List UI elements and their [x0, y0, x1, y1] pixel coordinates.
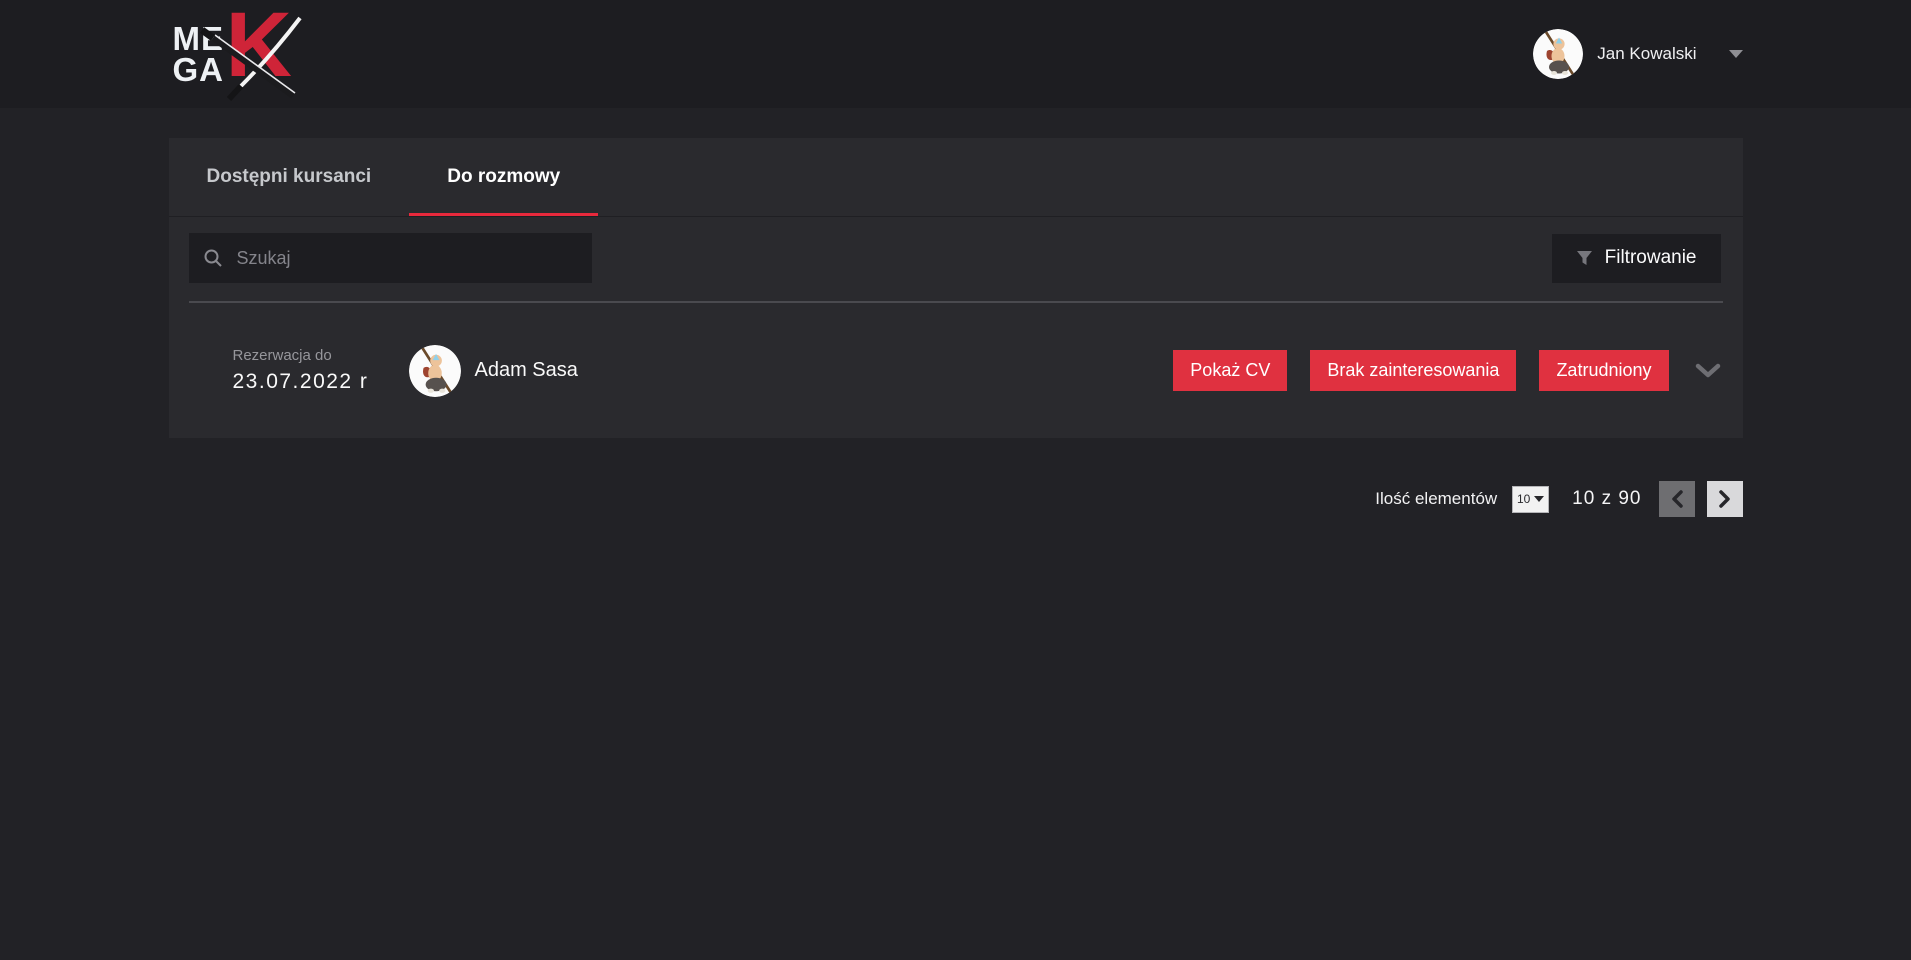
- row-actions: Pokaż CV Brak zainteresowania Zatrudnion…: [1150, 350, 1720, 391]
- reservation-date: 23.07.2022 r: [233, 370, 409, 394]
- app-header: ME GA K: [0, 0, 1911, 108]
- search-input[interactable]: [235, 247, 578, 270]
- filter-button-label: Filtrowanie: [1605, 247, 1697, 269]
- pagination: Ilość elementów 10 10 z 90: [169, 481, 1743, 517]
- user-menu[interactable]: Jan Kowalski: [1533, 29, 1742, 79]
- tab-bar: Dostępni kursanci Do rozmowy: [169, 138, 1743, 217]
- chevron-left-icon: [1671, 490, 1683, 508]
- items-per-page-label: Ilość elementów: [1375, 489, 1497, 509]
- user-name: Jan Kowalski: [1597, 44, 1696, 64]
- reservation-info: Rezerwacja do 23.07.2022 r: [233, 347, 409, 394]
- search-box[interactable]: [189, 233, 592, 283]
- chevron-right-icon: [1719, 490, 1731, 508]
- candidate-name: Adam Sasa: [475, 359, 578, 382]
- show-cv-button[interactable]: Pokaż CV: [1173, 350, 1287, 391]
- chevron-down-icon: [1695, 363, 1721, 379]
- select-caret-icon: [1534, 496, 1544, 502]
- main-content: Dostępni kursanci Do rozmowy Filtrowanie: [169, 138, 1743, 517]
- logo-line2: GA: [173, 55, 225, 86]
- filter-button[interactable]: Filtrowanie: [1552, 234, 1721, 283]
- row-expand-chevron[interactable]: [1695, 363, 1721, 379]
- logo-text: ME GA: [173, 24, 225, 85]
- tab-dostepni-kursanci[interactable]: Dostępni kursanci: [169, 138, 410, 216]
- hired-button[interactable]: Zatrudniony: [1539, 350, 1668, 391]
- prev-page-button[interactable]: [1659, 481, 1695, 517]
- logo-letter-k: K: [226, 0, 292, 91]
- candidate-avatar: [409, 345, 461, 397]
- caret-down-icon: [1729, 50, 1743, 58]
- user-avatar: [1533, 29, 1583, 79]
- page-size-value: 10: [1517, 492, 1530, 506]
- tab-do-rozmowy[interactable]: Do rozmowy: [409, 138, 598, 216]
- page-size-select[interactable]: 10: [1512, 486, 1549, 513]
- filter-icon: [1576, 250, 1593, 266]
- search-icon: [203, 248, 223, 268]
- app-logo[interactable]: ME GA K: [169, 12, 319, 98]
- next-page-button[interactable]: [1707, 481, 1743, 517]
- reservation-label: Rezerwacja do: [233, 347, 409, 364]
- candidates-card: Dostępni kursanci Do rozmowy Filtrowanie: [169, 138, 1743, 438]
- pagination-range: 10 z 90: [1572, 488, 1641, 510]
- candidate-row: Rezerwacja do 23.07.2022 r Adam Sasa: [169, 303, 1743, 438]
- no-interest-button[interactable]: Brak zainteresowania: [1310, 350, 1516, 391]
- toolbar: Filtrowanie: [169, 217, 1743, 283]
